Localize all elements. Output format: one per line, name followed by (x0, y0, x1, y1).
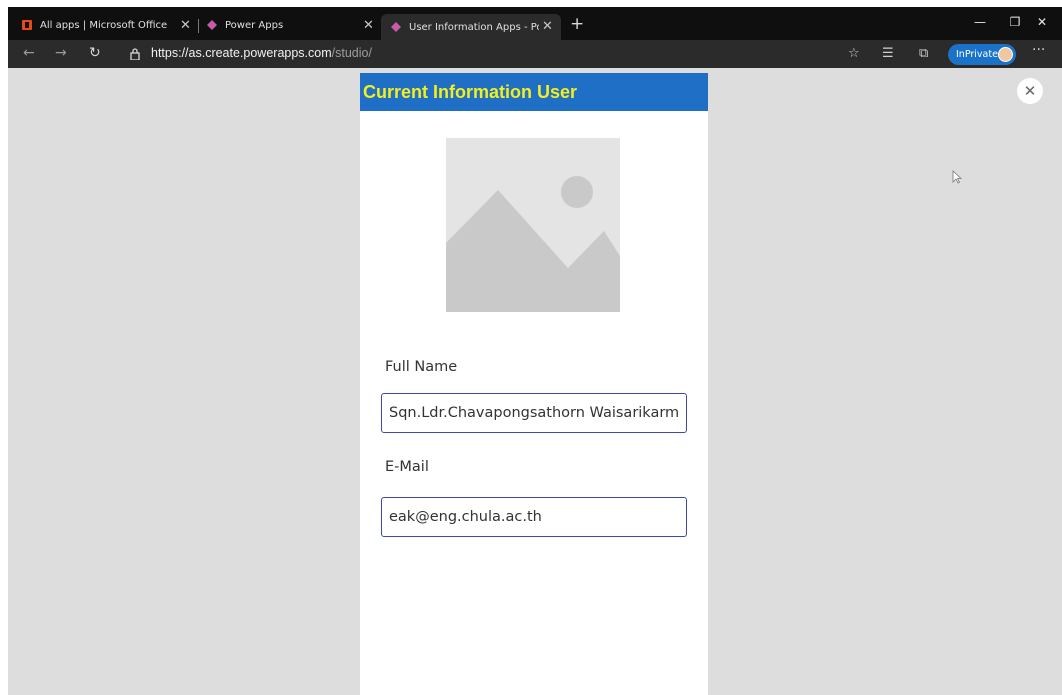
url-field[interactable]: https://as.create.powerapps.com/studio/ (151, 46, 372, 60)
email-label: E-Mail (385, 459, 429, 475)
inprivate-button[interactable]: InPrivate (948, 44, 1016, 65)
tab-divider (198, 19, 199, 33)
collections-icon[interactable]: ⧉ (919, 46, 928, 61)
new-tab-button[interactable]: + (570, 14, 584, 34)
url-path: /studio/ (331, 46, 372, 60)
powerapps-icon (391, 22, 401, 32)
tab-title: All apps | Microsoft Office (40, 19, 168, 31)
tab-title: Power Apps (225, 19, 284, 31)
refresh-icon[interactable]: ↻ (89, 45, 101, 61)
powerapps-icon (207, 20, 217, 30)
office-icon (22, 20, 32, 30)
back-icon[interactable]: ← (23, 45, 35, 61)
tab-strip: All apps | Microsoft Office ✕ Power Apps… (8, 7, 1062, 40)
app-header: Current Information User (360, 73, 708, 111)
email-field[interactable]: eak@eng.chula.ac.th (381, 497, 687, 537)
close-tab-icon[interactable]: ✕ (180, 18, 191, 33)
close-window-icon[interactable]: ✕ (1022, 15, 1062, 29)
url-host: https://as.create.powerapps.com (151, 46, 332, 60)
app-title: Current Information User (363, 81, 578, 102)
full-name-label: Full Name (385, 359, 458, 375)
tab-all-apps[interactable]: All apps | Microsoft Office ✕ (22, 16, 191, 34)
image-placeholder-icon (446, 138, 620, 312)
forward-icon[interactable]: → (55, 45, 67, 61)
lock-icon (130, 48, 140, 60)
page-content: ✕ Current Information User Full Name Sqn… (8, 68, 1062, 695)
close-preview-button[interactable]: ✕ (1017, 78, 1043, 104)
close-icon: ✕ (1023, 82, 1037, 100)
minimize-icon[interactable]: — (960, 15, 1000, 29)
mouse-cursor-icon (952, 170, 962, 184)
tab-power-apps[interactable]: Power Apps (207, 16, 283, 34)
app-screen: Current Information User Full Name Sqn.L… (360, 73, 708, 695)
inprivate-label: InPrivate (956, 49, 998, 60)
avatar (998, 47, 1013, 62)
address-bar: ← → ↻ https://as.create.powerapps.com/st… (8, 40, 1062, 68)
close-tab-icon[interactable]: ✕ (363, 16, 374, 34)
full-name-field[interactable]: Sqn.Ldr.Chavapongsathorn Waisarikarm (381, 393, 687, 433)
more-menu-button[interactable]: ··· (1032, 42, 1045, 58)
favorite-star-icon[interactable]: ☆ (848, 46, 860, 61)
tab-title: User Information Apps - Power A (409, 21, 539, 33)
tab-user-information-apps[interactable]: User Information Apps - Power A ✕ (381, 14, 561, 40)
favorites-list-icon[interactable]: ☰ (882, 46, 894, 61)
close-tab-icon[interactable]: ✕ (542, 19, 553, 34)
browser-window: All apps | Microsoft Office ✕ Power Apps… (8, 7, 1062, 695)
